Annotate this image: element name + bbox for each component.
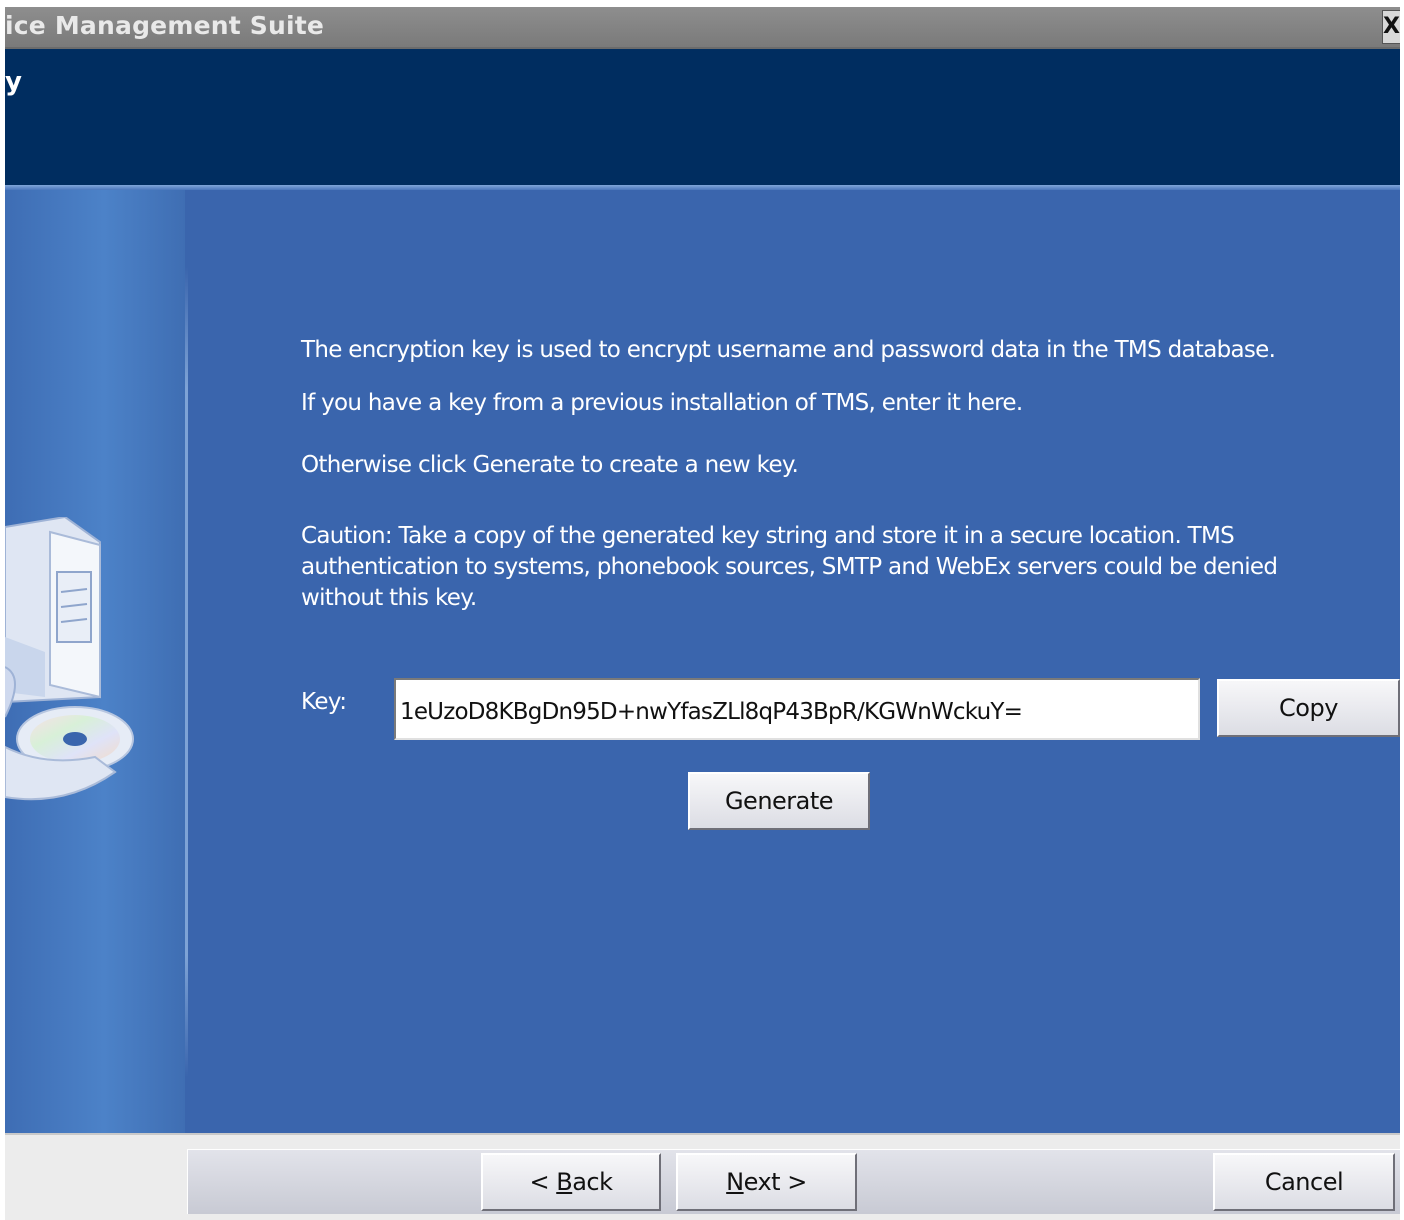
title-bar: ice Management Suite X: [5, 7, 1400, 49]
previous-key-text: If you have a key from a previous instal…: [301, 390, 1023, 416]
copy-button[interactable]: Copy: [1217, 679, 1400, 737]
installer-window: ice Management Suite X y The encryption …: [5, 7, 1400, 1220]
back-button-label: ack: [572, 1168, 613, 1196]
side-panel-separator: [185, 267, 188, 1077]
next-button-accel: N: [726, 1168, 744, 1196]
window-title: ice Management Suite: [5, 11, 325, 40]
close-icon[interactable]: X: [1382, 10, 1400, 44]
computer-tower-icon: [5, 517, 101, 718]
intro-text: The encryption key is used to encrypt us…: [301, 337, 1276, 363]
installer-art: [5, 517, 134, 801]
cd-disc-icon: [5, 706, 134, 801]
wizard-header: y: [5, 49, 1400, 185]
caution-text: Caution: Take a copy of the generated ke…: [301, 523, 1278, 611]
next-button[interactable]: Next >: [676, 1153, 857, 1211]
generate-button[interactable]: Generate: [688, 772, 870, 830]
next-button-label: ext >: [743, 1168, 808, 1196]
key-label: Key:: [301, 689, 347, 715]
page-title: y: [5, 67, 22, 97]
cancel-button[interactable]: Cancel: [1213, 1153, 1395, 1211]
header-divider: [5, 185, 1400, 190]
back-button[interactable]: < Back: [481, 1153, 661, 1211]
back-button-accel: B: [556, 1168, 573, 1196]
generate-hint-text: Otherwise click Generate to create a new…: [301, 452, 799, 478]
encryption-key-input[interactable]: [394, 678, 1200, 740]
back-button-prefix: <: [529, 1168, 557, 1196]
